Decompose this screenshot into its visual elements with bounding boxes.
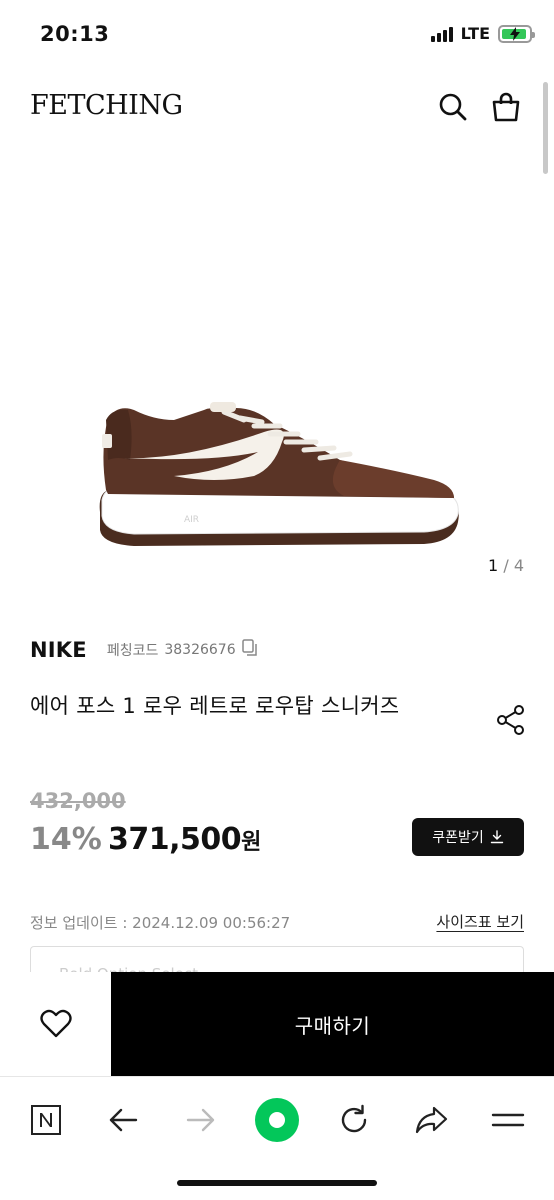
fetching-logo[interactable]: FETCHING (30, 90, 183, 121)
product-title: 에어 포스 1 로우 레트로 로우탑 스니커즈 (30, 694, 400, 718)
battery-icon (498, 24, 535, 43)
currency-label: 원 (241, 830, 261, 855)
product-shoe-image: AIR (99, 402, 459, 546)
brand-row: NIKE 페칭코드 38326676 (30, 638, 258, 662)
coupon-button[interactable]: 쿠폰받기 (412, 818, 524, 856)
product-gallery[interactable]: AIR 1 / 4 (0, 150, 554, 590)
status-bar: 20:13 LTE (0, 0, 554, 70)
svg-text:AIR: AIR (184, 515, 199, 525)
pager-separator: / (503, 556, 509, 575)
brand-name[interactable]: NIKE (30, 638, 87, 662)
shopping-bag-icon[interactable] (489, 90, 523, 124)
download-icon (490, 830, 503, 844)
home-indicator (177, 1180, 377, 1186)
status-time: 20:13 (40, 22, 110, 46)
sale-price: 371,500원 (108, 822, 261, 857)
coupon-button-label: 쿠폰받기 (432, 830, 484, 846)
original-price: 432,000 (30, 789, 126, 813)
search-icon[interactable] (436, 90, 470, 124)
discount-rate: 14% (30, 822, 102, 857)
forward-arrow-icon[interactable] (176, 1095, 226, 1145)
purchase-bar: 구매하기 (0, 972, 554, 1076)
menu-icon[interactable] (483, 1095, 533, 1145)
signal-icon (430, 26, 453, 42)
network-label: LTE (460, 24, 490, 43)
reload-icon[interactable] (329, 1095, 379, 1145)
pager-total: 4 (513, 556, 524, 575)
pager-current: 1 (488, 556, 499, 575)
gallery-pager: 1 / 4 (488, 556, 524, 575)
heart-icon[interactable] (0, 972, 111, 1076)
size-chart-link[interactable]: 사이즈표 보기 (436, 911, 524, 932)
update-timestamp: 정보 업데이트 : 2024.12.09 00:56:27 (30, 914, 291, 932)
app-header: FETCHING (0, 78, 554, 138)
copy-icon[interactable] (241, 639, 258, 661)
status-indicators: LTE (430, 24, 535, 43)
fetching-code-label: 페칭코드 (106, 643, 159, 659)
green-dot-icon[interactable] (252, 1095, 302, 1145)
share-arrow-icon[interactable] (406, 1095, 456, 1145)
naver-n-icon[interactable] (21, 1095, 71, 1145)
buy-button[interactable]: 구매하기 (111, 972, 554, 1076)
share-icon[interactable] (496, 704, 526, 740)
sale-price-value: 371,500 (108, 822, 242, 857)
fetching-code-value: 38326676 (164, 642, 236, 658)
back-arrow-icon[interactable] (98, 1095, 148, 1145)
